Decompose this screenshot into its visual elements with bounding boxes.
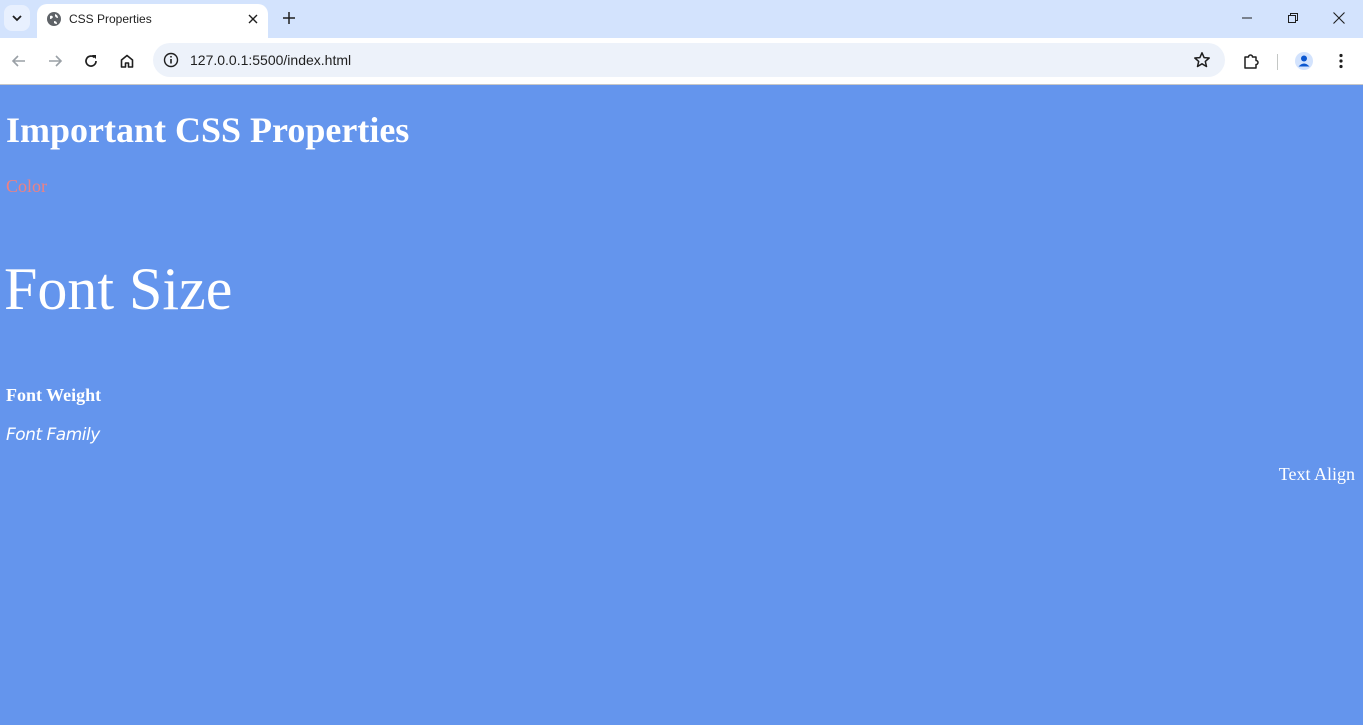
home-icon [120,54,134,68]
minimize-button[interactable] [1224,0,1270,36]
new-tab-button[interactable] [279,8,299,28]
tab-close-button[interactable] [245,11,261,27]
plus-icon [283,12,295,24]
address-bar[interactable]: 127.0.0.1:5500/index.html [153,43,1225,77]
forward-button[interactable] [43,49,67,73]
back-button[interactable] [7,49,31,73]
reload-icon [85,55,97,67]
kebab-menu-icon [1339,53,1343,69]
toolbar-separator [1277,54,1278,70]
profile-button[interactable] [1292,49,1316,73]
puzzle-icon [1244,54,1259,69]
tab-search-button[interactable] [4,5,30,31]
browser-toolbar: 127.0.0.1:5500/index.html [0,38,1363,84]
person-icon [1295,52,1313,70]
reload-button[interactable] [79,49,103,73]
font-weight-demo-text: Font Weight [6,385,102,405]
arrow-left-icon [11,55,25,67]
arrow-right-icon [49,55,63,67]
color-demo-text: Color [6,176,48,196]
home-button[interactable] [115,49,139,73]
extensions-button[interactable] [1239,49,1263,73]
close-window-button[interactable] [1316,0,1362,36]
text-align-demo-text: Text Align [1278,464,1355,484]
browser-menu-button[interactable] [1329,49,1353,73]
info-icon [163,52,179,68]
browser-tab[interactable]: CSS Properties [37,4,268,38]
tab-title: CSS Properties [69,12,152,26]
chevron-down-icon [12,15,22,22]
close-icon [1333,12,1345,24]
font-family-demo-text: Font Family [6,425,100,445]
font-size-demo-text: Font Size [4,256,233,322]
restore-button[interactable] [1270,0,1316,36]
globe-icon [47,12,61,26]
bookmark-button[interactable] [1193,51,1211,69]
star-icon [1194,52,1210,68]
page-content: Important CSS Properties Color Font Size… [0,85,1363,725]
tab-strip: CSS Properties [0,0,1363,38]
address-url[interactable]: 127.0.0.1:5500/index.html [190,52,351,68]
site-info-button[interactable] [162,51,180,69]
minimize-icon [1242,17,1252,19]
page-heading: Important CSS Properties [6,110,410,150]
restore-icon [1288,13,1298,23]
close-icon [248,14,258,24]
